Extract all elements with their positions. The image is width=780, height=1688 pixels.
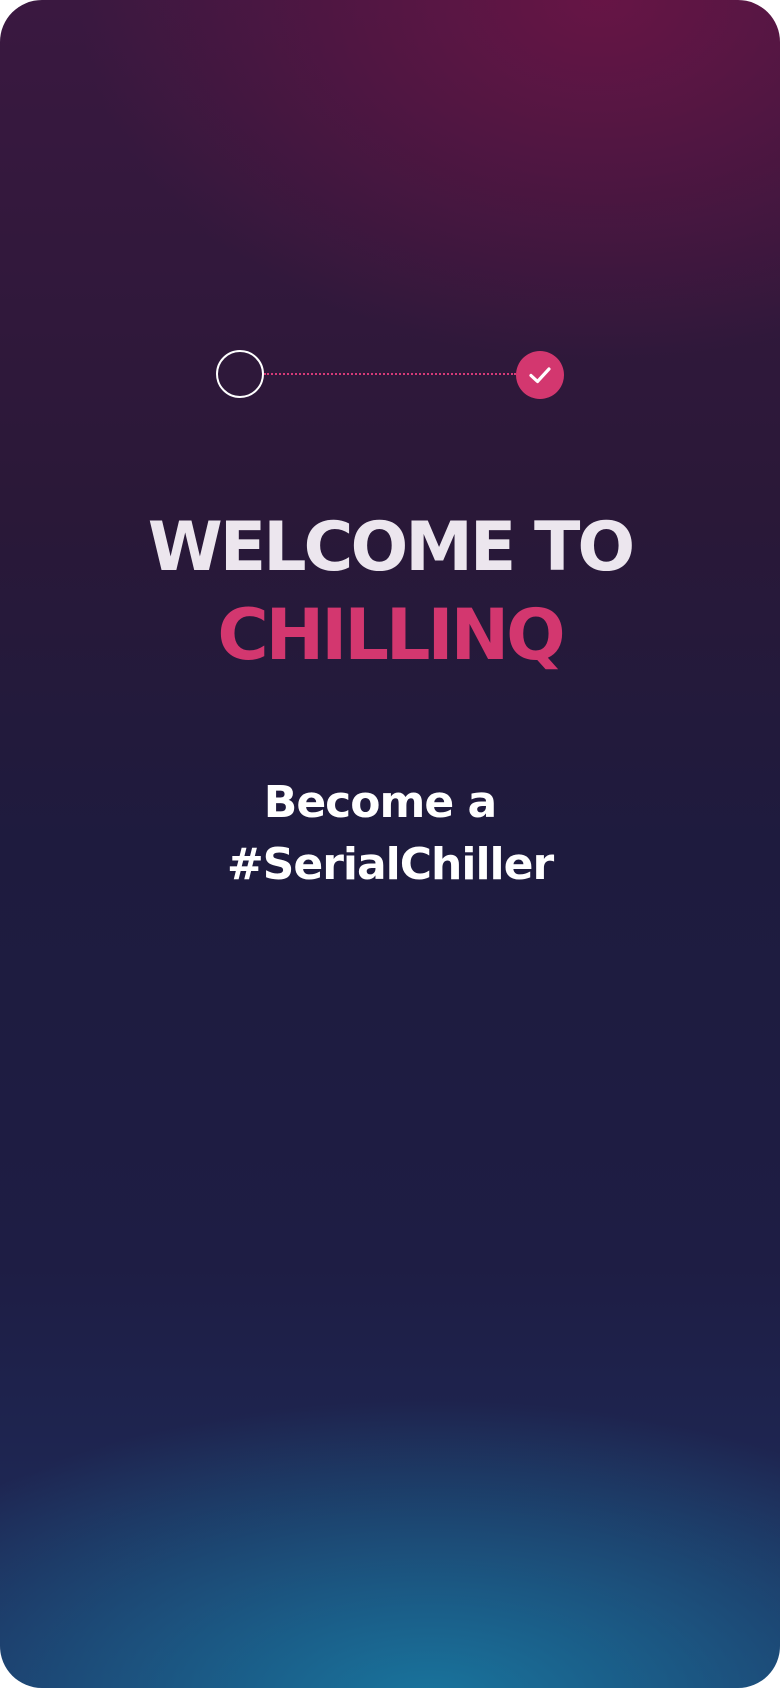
- welcome-title: WELCOME TO: [147, 508, 635, 587]
- progress-stepper: [216, 350, 564, 399]
- brand-name: CHILLINQ: [217, 594, 565, 676]
- tagline: Become a #SerialChiller: [0, 772, 780, 896]
- check-icon: [529, 367, 551, 384]
- step-complete-indicator: [516, 351, 564, 399]
- step-connector-line: [264, 373, 516, 375]
- step-incomplete-indicator: [216, 350, 264, 398]
- tagline-line-1: Become a: [263, 777, 497, 828]
- onboarding-screen: WELCOME TO CHILLINQ Become a #SerialChil…: [0, 0, 780, 1688]
- tagline-line-2: #SerialChiller: [226, 839, 554, 890]
